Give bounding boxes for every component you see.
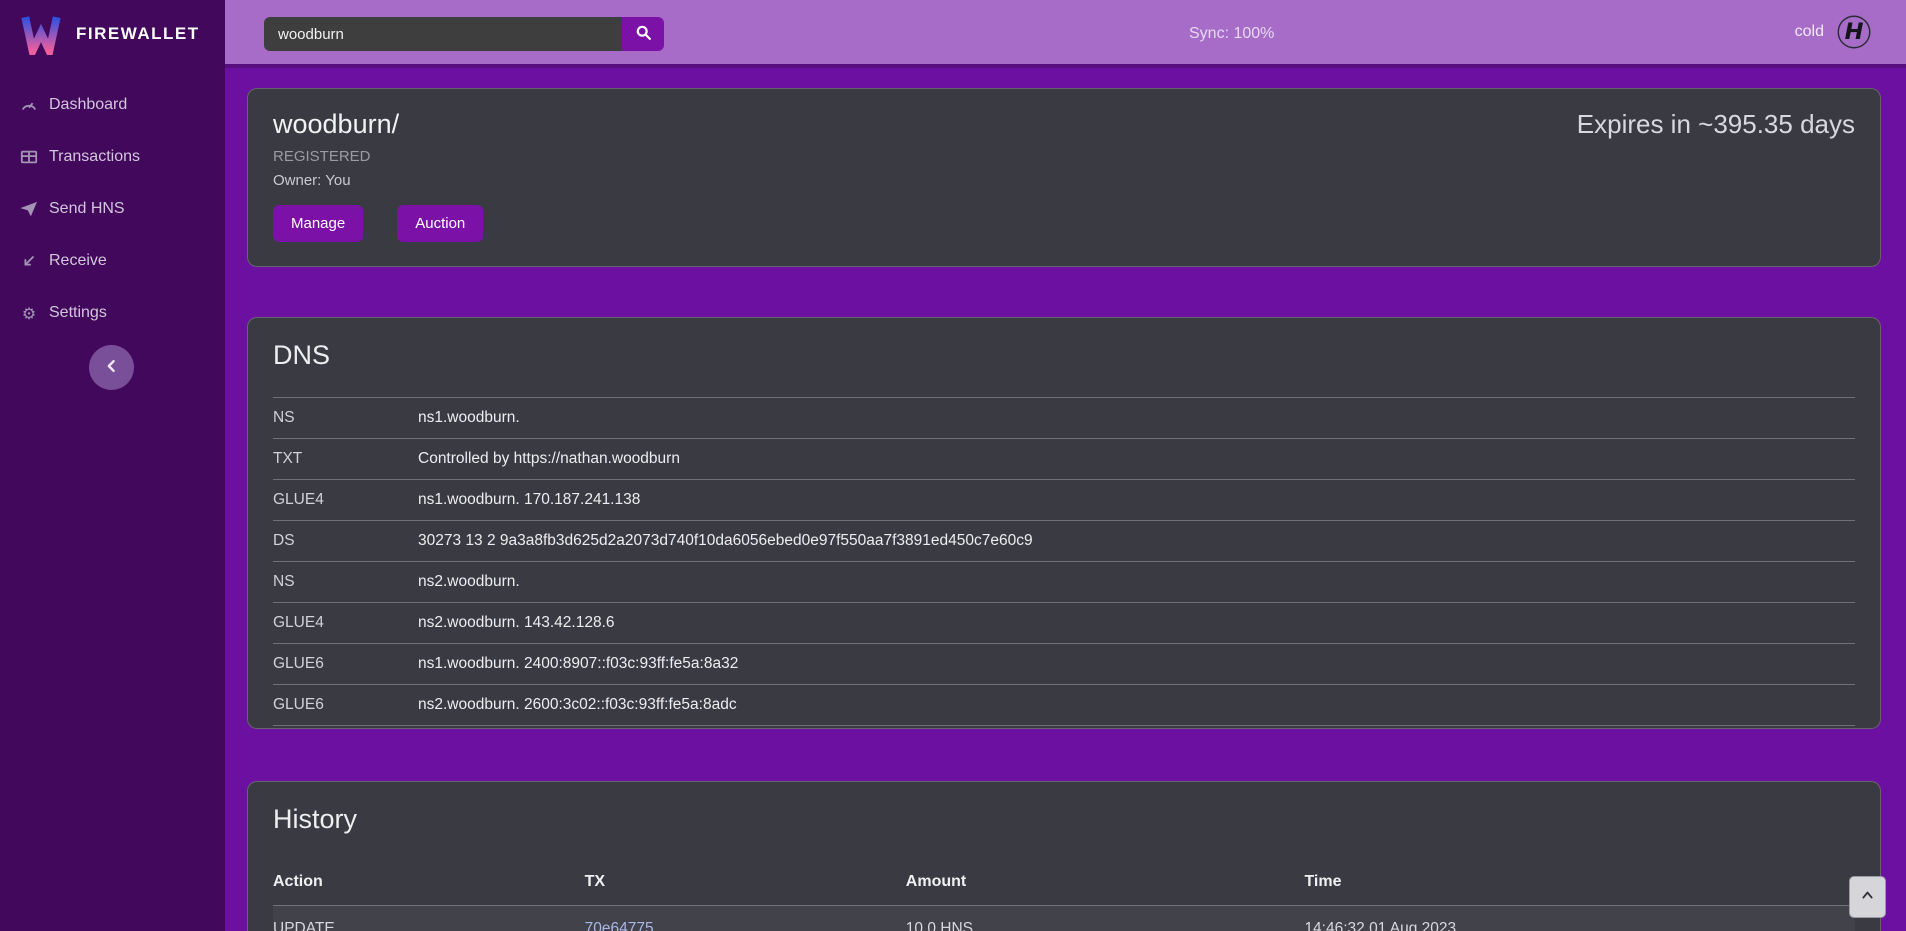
sidebar-item-label: Receive (49, 252, 107, 270)
dns-record-row: GLUE4 ns2.woodburn. 143.42.128.6 (273, 603, 1855, 644)
dns-record-value: 30273 13 2 9a3a8fb3d625d2a2073d740f10da6… (418, 521, 1855, 562)
transactions-icon (20, 148, 38, 166)
search-input[interactable] (264, 17, 622, 51)
dns-record-row: GLUE4 ns1.woodburn. 170.187.241.138 (273, 480, 1855, 521)
dns-record-value: ns2.woodburn. 2600:3c02::f03c:93ff:fe5a:… (418, 685, 1855, 726)
history-card: History Action TX Amount Time UPDATE 70e… (247, 781, 1881, 931)
sync-status: Sync: 100% (1189, 25, 1274, 43)
hns-logo-icon: H (1836, 14, 1872, 50)
dns-table: NS ns1.woodburn. TXT Controlled by https… (273, 397, 1855, 726)
dns-record-type: GLUE6 (273, 644, 418, 685)
settings-icon: ⚙ (20, 304, 38, 323)
wallet-selector[interactable]: cold H (1795, 0, 1872, 64)
dns-record-type: GLUE4 (273, 603, 418, 644)
dns-record-row: NS ns2.woodburn. (273, 562, 1855, 603)
expires-label: Expires in ~395.35 days (1577, 109, 1855, 140)
sidebar-collapse-button[interactable] (89, 345, 134, 390)
dns-record-value: ns1.woodburn. (418, 398, 1855, 439)
domain-owner: Owner: You (273, 172, 1855, 189)
chevron-up-icon (1860, 888, 1875, 906)
auction-button[interactable]: Auction (397, 205, 483, 242)
dns-record-type: NS (273, 398, 418, 439)
sidebar-item-dashboard[interactable]: Dashboard (0, 90, 225, 120)
dns-record-row: NS ns1.woodburn. (273, 398, 1855, 439)
search-button[interactable] (622, 17, 664, 51)
sidebar-item-label: Send HNS (49, 200, 125, 218)
sidebar-item-label: Transactions (49, 148, 140, 166)
history-card-title: History (273, 804, 1855, 835)
sidebar-item-label: Dashboard (49, 96, 127, 114)
history-action: UPDATE (273, 906, 585, 931)
search-icon (635, 24, 652, 44)
history-col-time: Time (1304, 861, 1855, 906)
domain-status: REGISTERED (273, 148, 1855, 165)
history-header-row: Action TX Amount Time (273, 861, 1855, 906)
history-row: UPDATE 70e64775... 10.0 HNS 14:46:32 01 … (273, 906, 1855, 931)
dns-record-value: ns1.woodburn. 2400:8907::f03c:93ff:fe5a:… (418, 644, 1855, 685)
history-col-action: Action (273, 861, 585, 906)
sidebar-item-settings[interactable]: ⚙ Settings (0, 298, 225, 328)
history-time: 14:46:32 01 Aug 2023 (1304, 906, 1855, 931)
dns-record-row: TXT Controlled by https://nathan.woodbur… (273, 439, 1855, 480)
tx-link[interactable]: 70e64775... (585, 920, 667, 931)
history-amount: 10.0 HNS (906, 906, 1305, 931)
app-logo: FIREWALLET (0, 0, 225, 68)
dns-record-type: DS (273, 521, 418, 562)
svg-text:H: H (1845, 19, 1864, 45)
dns-record-row: DS 30273 13 2 9a3a8fb3d625d2a2073d740f10… (273, 521, 1855, 562)
dns-record-value: ns2.woodburn. (418, 562, 1855, 603)
sidebar-item-label: Settings (49, 304, 107, 322)
dns-record-value: ns1.woodburn. 170.187.241.138 (418, 480, 1855, 521)
dns-card-title: DNS (273, 340, 1855, 371)
sidebar-item-transactions[interactable]: Transactions (0, 142, 225, 172)
domain-card: woodburn/ REGISTERED Owner: You Manage A… (247, 88, 1881, 267)
scroll-to-top-button[interactable] (1849, 876, 1886, 918)
manage-button[interactable]: Manage (273, 205, 363, 242)
topbar: Sync: 100% cold H (225, 0, 1906, 68)
sidebar-item-send-hns[interactable]: Send HNS (0, 194, 225, 224)
sidebar: FIREWALLET Dashboard Transactions Send H… (0, 0, 225, 931)
history-table: Action TX Amount Time UPDATE 70e64775...… (273, 861, 1855, 931)
search-bar (264, 17, 664, 51)
dns-record-value: Controlled by https://nathan.woodburn (418, 439, 1855, 480)
sidebar-nav: Dashboard Transactions Send HNS Receive … (0, 90, 225, 328)
dns-record-value: ns2.woodburn. 143.42.128.6 (418, 603, 1855, 644)
sidebar-item-receive[interactable]: Receive (0, 246, 225, 276)
dns-record-type: GLUE4 (273, 480, 418, 521)
firewallet-logo-icon (20, 13, 62, 55)
dashboard-icon (20, 96, 38, 114)
app-title: FIREWALLET (76, 24, 200, 44)
dns-card: DNS NS ns1.woodburn. TXT Controlled by h… (247, 317, 1881, 729)
dns-record-type: GLUE6 (273, 685, 418, 726)
main-content: woodburn/ REGISTERED Owner: You Manage A… (225, 72, 1906, 931)
history-col-amount: Amount (906, 861, 1305, 906)
receive-icon (20, 252, 38, 270)
dns-record-row: GLUE6 ns2.woodburn. 2600:3c02::f03c:93ff… (273, 685, 1855, 726)
dns-record-row: GLUE6 ns1.woodburn. 2400:8907::f03c:93ff… (273, 644, 1855, 685)
wallet-name: cold (1795, 23, 1824, 41)
domain-actions: Manage Auction (273, 205, 1855, 242)
dns-record-type: NS (273, 562, 418, 603)
dns-record-type: TXT (273, 439, 418, 480)
history-col-tx: TX (585, 861, 906, 906)
send-icon (20, 200, 38, 218)
chevron-left-icon (104, 358, 120, 377)
